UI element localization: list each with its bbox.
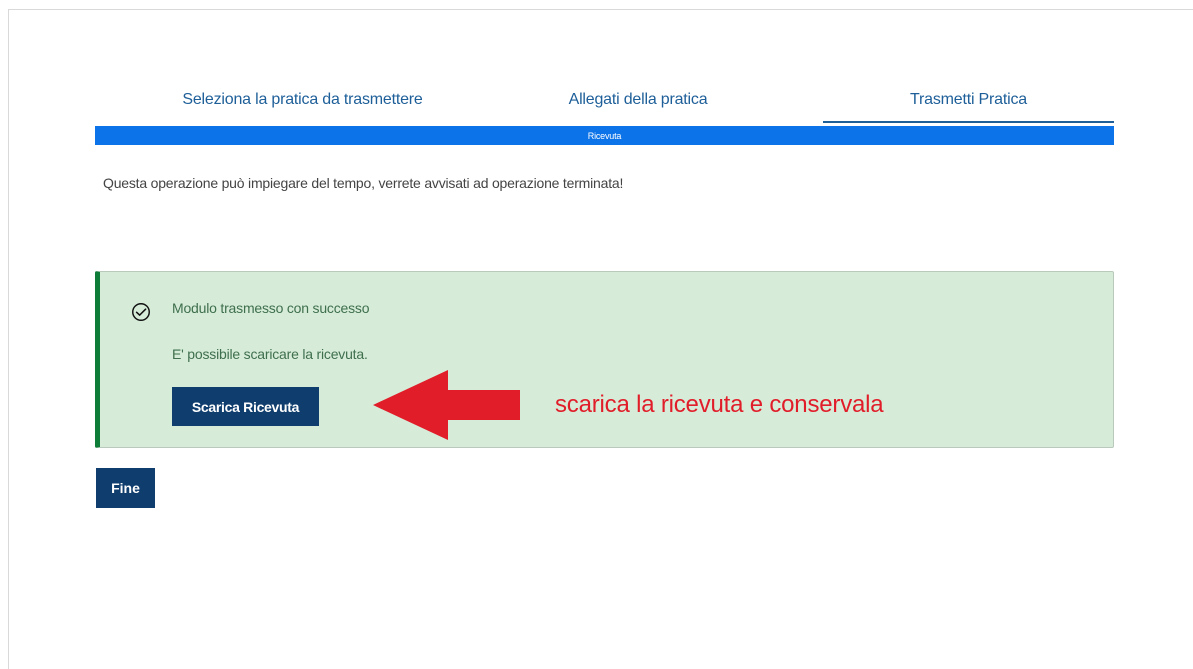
progress-bar: Ricevuta [95,126,1114,145]
check-circle-icon [132,303,150,321]
tab-select-practice[interactable]: Seleziona la pratica da trasmettere [95,78,510,122]
tab-practice-attachments[interactable]: Allegati della pratica [453,78,823,122]
progress-label: Ricevuta [587,130,622,141]
wizard-tabs: Seleziona la pratica da trasmettere Alle… [95,78,1114,124]
download-receipt-button[interactable]: Scarica Ricevuta [172,387,319,426]
success-subtitle: E' possibile scaricare la ricevuta. [172,346,368,362]
success-title: Modulo trasmesso con successo [172,300,370,316]
operation-info-text: Questa operazione può impiegare del temp… [103,175,624,191]
tab-transmit-practice[interactable]: Trasmetti Pratica [823,78,1114,123]
finish-button[interactable]: Fine [96,468,155,508]
success-alert: Modulo trasmesso con successo E' possibi… [95,271,1114,448]
annotation-text: scarica la ricevuta e conservala [555,391,884,418]
